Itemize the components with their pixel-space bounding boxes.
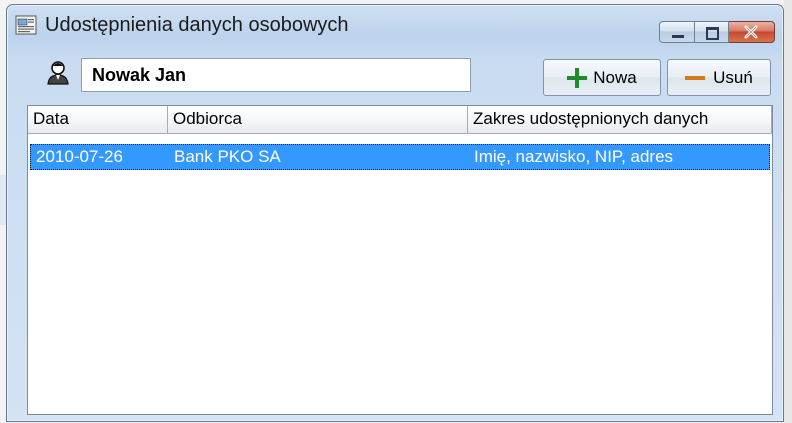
new-button-label: Nowa [593,67,637,87]
column-header-date[interactable]: Data [28,106,168,134]
title-bar[interactable]: Udostępnienia danych osobowych [7,5,783,45]
sharing-list[interactable]: Data Odbiorca Zakres udostępnionych dany… [27,105,773,415]
plus-icon [567,67,588,88]
column-header-scope[interactable]: Zakres udostępnionych danych [468,106,772,134]
app-document-icon [15,15,37,35]
window-title: Udostępnienia danych osobowych [45,14,349,36]
minus-icon [685,75,706,80]
list-row[interactable]: 2010-07-26 Bank PKO SA Imię, nazwisko, N… [30,144,770,170]
person-icon [47,61,69,85]
caption-buttons [659,21,775,43]
delete-button-label: Usuń [713,67,753,87]
column-header-recipient[interactable]: Odbiorca [168,106,468,134]
list-header: Data Odbiorca Zakres udostępnionych dany… [28,106,772,134]
row-recipient: Bank PKO SA [174,147,281,166]
close-icon [744,25,758,39]
person-name-field[interactable]: Nowak Jan [81,58,471,92]
dialog-window: Udostępnienia danych osobowych Nowak Jan… [6,4,784,422]
maximize-button[interactable] [695,21,729,43]
delete-button[interactable]: Usuń [667,59,771,96]
row-date: 2010-07-26 [36,147,123,166]
backdrop-strip [784,0,792,423]
row-scope: Imię, nazwisko, NIP, adres [474,147,674,166]
toolbar: Nowak Jan Nowa Usuń [7,53,783,97]
new-button[interactable]: Nowa [543,59,661,96]
minimize-button[interactable] [659,21,695,43]
close-button[interactable] [729,21,775,43]
